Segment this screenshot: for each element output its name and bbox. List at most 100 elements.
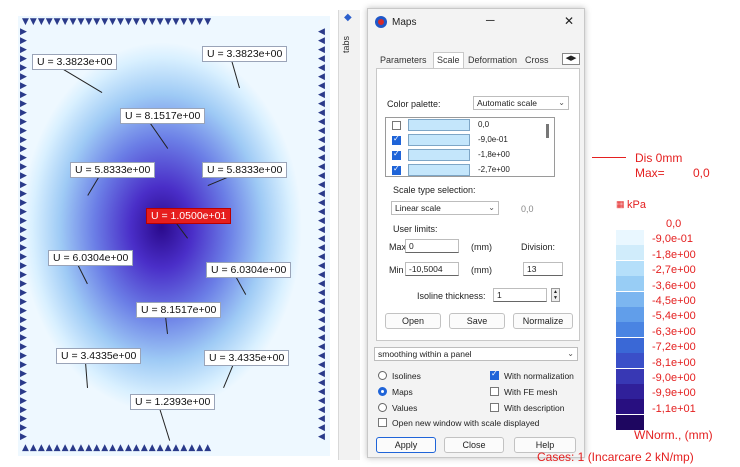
min-unit-label: (mm) bbox=[471, 265, 492, 275]
open-new-window-label: Open new window with scale displayed bbox=[392, 418, 540, 428]
displacement-label[interactable]: U = 5.8333e+00 bbox=[70, 162, 156, 178]
palette-value: -2,7e+00 bbox=[478, 165, 510, 174]
open-button[interactable]: Open bbox=[385, 313, 441, 329]
isolines-radio[interactable] bbox=[378, 371, 387, 380]
palette-swatch[interactable] bbox=[408, 149, 470, 161]
color-palette-value: Automatic scale bbox=[477, 98, 537, 108]
apply-button[interactable]: Apply bbox=[376, 437, 436, 453]
tab-scale[interactable]: Scale bbox=[433, 52, 464, 68]
displacement-label[interactable]: U = 8.1517e+00 bbox=[120, 108, 206, 124]
palette-row-checkbox[interactable] bbox=[392, 149, 401, 160]
open-new-window-checkbox[interactable] bbox=[378, 418, 387, 427]
scale-type-select[interactable]: Linear scale ⌄ bbox=[391, 201, 499, 215]
legend-band bbox=[616, 291, 644, 307]
displacement-label[interactable]: U = 5.8333e+00 bbox=[202, 162, 288, 178]
palette-scrollbar[interactable] bbox=[546, 124, 549, 138]
with-normalization-checkbox[interactable] bbox=[490, 369, 499, 380]
palette-value: -9,0e-01 bbox=[478, 135, 508, 144]
displacement-map[interactable]: ▼▼▼▼▼▼▼▼▼▼▼▼▼▼▼▼▼▼▼▼▼▼▼▼ ▲▲▲▲▲▲▲▲▲▲▲▲▲▲▲▲… bbox=[18, 16, 330, 456]
displacement-label[interactable]: U = 6.0304e+00 bbox=[206, 262, 292, 278]
values-label: Values bbox=[392, 403, 418, 413]
palette-swatch[interactable] bbox=[408, 134, 470, 146]
legend-band bbox=[616, 260, 644, 276]
color-palette-select[interactable]: Automatic scale ⌄ bbox=[473, 96, 569, 110]
legend-value: -9,0e+00 bbox=[652, 372, 696, 384]
legend-value: -6,3e+00 bbox=[652, 325, 696, 338]
legend-band bbox=[616, 322, 644, 338]
maps-dialog: Maps ─ ✕ Parameters Scale Deformation Cr… bbox=[367, 8, 585, 458]
palette-row[interactable]: 0,0 bbox=[386, 118, 554, 133]
with-normalization-label: With normalization bbox=[504, 371, 574, 381]
normalize-button[interactable]: Normalize bbox=[513, 313, 573, 329]
spinner-icon[interactable]: ▲ ▼ bbox=[551, 288, 560, 302]
pin-icon[interactable]: ◆ bbox=[344, 12, 352, 23]
tab-scroll-arrows-icon[interactable]: ◀▶ bbox=[562, 53, 580, 65]
legend-value: -1,1e+01 bbox=[652, 402, 696, 415]
close-button[interactable]: Close bbox=[444, 437, 504, 453]
cases-label: Cases: 1 (Incarcare 2 kN/mp) bbox=[537, 450, 694, 464]
isoline-thickness-label: Isoline thickness: bbox=[417, 291, 486, 301]
title-bar[interactable]: Maps ─ ✕ bbox=[368, 9, 584, 35]
with-fe-mesh-label: With FE mesh bbox=[504, 387, 558, 397]
minimize-icon[interactable]: ─ bbox=[486, 13, 495, 27]
app-icon bbox=[375, 16, 387, 28]
palette-value: -1,8e+00 bbox=[478, 150, 510, 159]
palette-swatch[interactable] bbox=[408, 119, 470, 131]
close-icon[interactable]: ✕ bbox=[564, 14, 574, 28]
leader-line bbox=[87, 175, 100, 196]
maps-radio[interactable] bbox=[378, 387, 387, 396]
tab-parameters[interactable]: Parameters bbox=[380, 55, 427, 65]
legend-pointer-line bbox=[592, 157, 626, 158]
max-displacement-label[interactable]: U = 1.0500e+01 bbox=[146, 208, 232, 224]
min-input[interactable]: -10,5004 bbox=[405, 262, 459, 276]
tab-bar: Parameters Scale Deformation Cross ◀▶ bbox=[376, 52, 580, 69]
palette-row[interactable]: -1,8e+00 bbox=[386, 148, 554, 163]
support-bottom-icon: ▲▲▲▲▲▲▲▲▲▲▲▲▲▲▲▲▲▲▲▲▲▲▲▲ bbox=[22, 444, 213, 453]
legend-value: -7,2e+00 bbox=[652, 341, 696, 354]
palette-row[interactable]: -9,0e-01 bbox=[386, 133, 554, 148]
smoothing-select[interactable]: smoothing within a panel ⌄ bbox=[374, 347, 578, 361]
displacement-label[interactable]: U = 6.0304e+00 bbox=[48, 250, 134, 266]
with-fe-mesh-checkbox[interactable] bbox=[490, 387, 499, 396]
tab-cross[interactable]: Cross bbox=[525, 55, 549, 65]
leader-line bbox=[61, 68, 102, 93]
kpa-label: kPa bbox=[627, 199, 646, 211]
scale-type-value: Linear scale bbox=[395, 203, 441, 213]
scale-panel: Color palette: Automatic scale ⌄ 0,0 -9,… bbox=[376, 69, 580, 341]
dialog-title: Maps bbox=[392, 17, 417, 28]
displacement-label[interactable]: U = 3.4335e+00 bbox=[56, 348, 142, 364]
with-description-checkbox[interactable] bbox=[490, 403, 499, 412]
division-input[interactable]: 13 bbox=[523, 262, 563, 276]
save-button[interactable]: Save bbox=[449, 313, 505, 329]
palette-row-checkbox[interactable] bbox=[392, 121, 401, 130]
leader-line bbox=[235, 276, 246, 295]
displacement-label[interactable]: U = 3.3823e+00 bbox=[202, 46, 288, 62]
legend-band bbox=[616, 230, 644, 245]
max-text-value: 0,0 bbox=[693, 166, 710, 180]
displacement-label[interactable]: U = 3.4335e+00 bbox=[204, 350, 290, 366]
displacement-label[interactable]: U = 3.3823e+00 bbox=[32, 54, 118, 70]
values-radio[interactable] bbox=[378, 403, 387, 412]
tabs-strip[interactable]: ◆ tabs bbox=[338, 10, 360, 460]
legend-band bbox=[616, 353, 644, 369]
palette-row[interactable]: -2,7e+00 bbox=[386, 163, 554, 176]
kpa-icon: ▦ bbox=[616, 199, 625, 209]
palette-swatch[interactable] bbox=[408, 164, 470, 176]
leader-line bbox=[85, 362, 88, 389]
max-input[interactable]: 0 bbox=[405, 239, 459, 253]
isoline-thickness-input[interactable]: 1 bbox=[493, 288, 547, 302]
legend-value: -2,7e+00 bbox=[652, 264, 696, 277]
support-top-icon: ▼▼▼▼▼▼▼▼▼▼▼▼▼▼▼▼▼▼▼▼▼▼▼▼ bbox=[22, 18, 213, 27]
displacement-label[interactable]: U = 1.2393e+00 bbox=[130, 394, 216, 410]
displacement-label[interactable]: U = 8.1517e+00 bbox=[136, 302, 222, 318]
legend-band bbox=[616, 337, 644, 353]
color-palette-label: Color palette: bbox=[387, 99, 441, 109]
legend-band bbox=[616, 276, 644, 292]
palette-list[interactable]: 0,0 -9,0e-01 -1,8e+00 -2,7e+00 bbox=[385, 117, 555, 177]
tab-deformation[interactable]: Deformation bbox=[468, 55, 517, 65]
max-text-label: Max= bbox=[635, 166, 665, 180]
leader-line bbox=[223, 363, 234, 388]
smoothing-value: smoothing within a panel bbox=[378, 349, 472, 359]
palette-row-checkbox[interactable] bbox=[392, 134, 401, 145]
palette-row-checkbox[interactable] bbox=[392, 164, 401, 175]
